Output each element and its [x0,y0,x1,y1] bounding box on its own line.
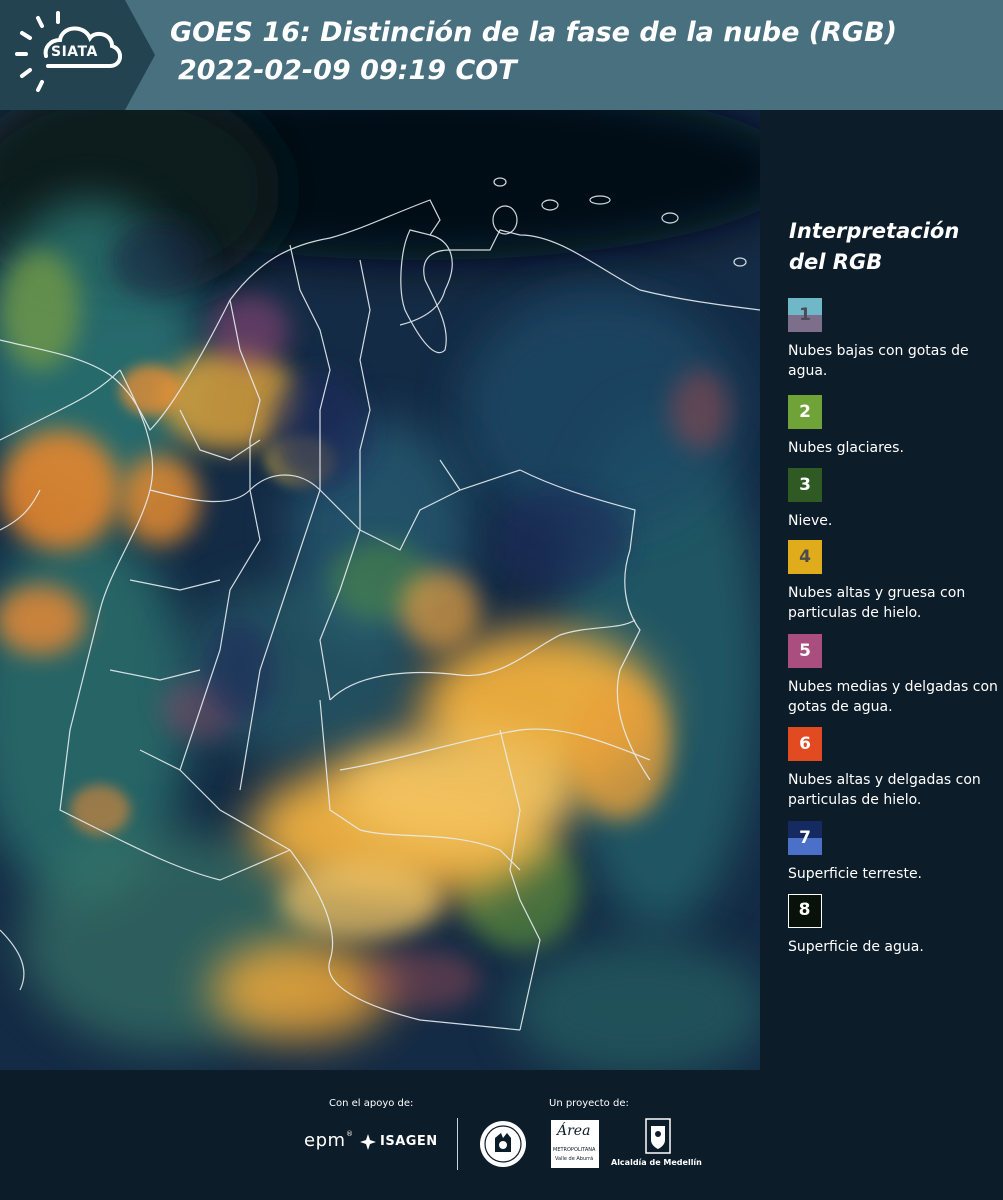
epm-logo[interactable]: epm [304,1130,346,1151]
legend-label-6: Nubes altas y delgadas con particulas de… [788,772,981,808]
area-logo-subtitle: METROPOLITANA [553,1147,596,1153]
legend-swatch-1: 1 [788,298,822,332]
legend-number-2: 2 [799,402,811,422]
medellin-logo[interactable]: Alcaldía de Medellín [611,1158,702,1167]
legend-number-7: 7 [799,828,811,848]
legend-swatch-7: 7 [788,821,822,855]
footer: Con el apoyo de: Un proyecto de: epm ® I… [0,1070,1003,1200]
support-label: Con el apoyo de: [329,1098,414,1109]
area-metropolitana-logo[interactable]: Área METROPOLITANA Valle de Aburrá [551,1120,599,1168]
legend-swatch-2: 2 [788,395,822,429]
legend-swatch-8: 8 [788,894,822,928]
legend-item-8: 8 Superficie de agua. [788,894,998,957]
legend-label-5: Nubes medias y delgadas con gotas de agu… [788,679,998,715]
legend-item-1: 1 Nubes bajas con gotas de agua. [788,298,998,381]
legend-label-2: Nubes glaciares. [788,440,904,456]
area-logo-word: Área [557,1123,591,1139]
legend-item-6: 6 Nubes altas y delgadas con particulas … [788,727,998,810]
isagen-mark-icon [360,1134,376,1150]
legend-swatch-4: 4 [788,540,822,574]
siata-logo[interactable]: SIATA [0,0,155,110]
isagen-logo[interactable]: ISAGEN [380,1134,438,1149]
legend-number-4: 4 [799,547,811,567]
legend-item-4: 4 Nubes altas y gruesa con particulas de… [788,540,998,623]
legend-swatch-6: 6 [788,727,822,761]
satellite-image [0,110,760,1070]
footer-divider [457,1118,458,1170]
legend-number-8: 8 [798,900,811,920]
title-line-1: GOES 16: Distinción de la fase de la nub… [170,17,897,48]
area-logo-region: Valle de Aburrá [555,1156,594,1162]
seal-logo-icon[interactable] [479,1120,527,1168]
legend-label-8: Superficie de agua. [788,939,924,955]
legend-number-1: 1 [799,305,811,325]
legend-label-7: Superficie terreste. [788,866,923,882]
legend-label-1: Nubes bajas con gotas de agua. [788,343,969,379]
legend-swatch-3: 3 [788,468,822,502]
legend-number-3: 3 [799,475,811,495]
legend-panel: Interpretación del RGB 1 Nubes bajas con… [760,110,1003,1070]
legend-item-3: 3 Nieve. [788,468,998,531]
registered-mark-icon: ® [346,1130,353,1138]
legend-label-4: Nubes altas y gruesa con particulas de h… [788,585,966,621]
legend-title: Interpretación del RGB [789,219,960,274]
project-label: Un proyecto de: [549,1098,629,1109]
legend-number-6: 6 [799,734,811,754]
legend-item-7: 7 Superficie terreste. [788,821,998,884]
legend-label-3: Nieve. [788,513,833,529]
logo-text: SIATA [51,44,98,60]
header-bar: SIATA GOES 16: Distinción de la fase de … [0,0,1003,110]
legend-item-5: 5 Nubes medias y delgadas con gotas de a… [788,634,998,717]
legend-swatch-5: 5 [788,634,822,668]
satellite-map[interactable] [0,110,760,1070]
title-line-2: 2022-02-09 09:19 COT [178,55,517,86]
legend-item-2: 2 Nubes glaciares. [788,395,998,458]
page-title: GOES 16: Distinción de la fase de la nub… [170,14,897,90]
legend-number-5: 5 [799,641,811,661]
medellin-crest-icon [645,1118,671,1154]
